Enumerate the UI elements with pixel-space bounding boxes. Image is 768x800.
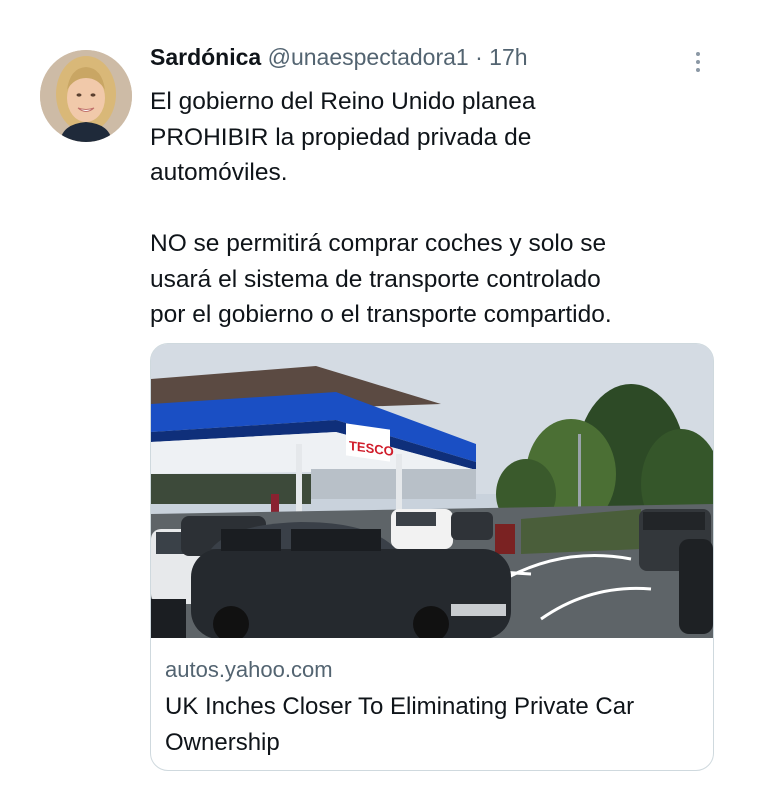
- card-image: TESCO: [151, 344, 713, 638]
- avatar[interactable]: [40, 50, 132, 142]
- tweet-text-line: PROHIBIR la propiedad privada de: [150, 123, 532, 151]
- author-handle[interactable]: @unaespectadora1: [268, 44, 469, 70]
- card-domain: autos.yahoo.com: [165, 657, 333, 682]
- more-vertical-icon[interactable]: [686, 48, 710, 74]
- avatar-image: [40, 50, 132, 142]
- timestamp[interactable]: 17h: [489, 44, 527, 70]
- tweet-text-line: automóviles.: [150, 159, 288, 186]
- separator-dot: ·: [475, 44, 483, 70]
- tweet-text-line: NO se permitirá comprar coches y solo se: [150, 230, 607, 257]
- author-name[interactable]: Sardónica: [150, 44, 261, 70]
- tweet-text-line: usará el sistema de transporte controlad…: [150, 265, 601, 293]
- link-card[interactable]: TESCO autos.yahoo.com UK Inches Closer T…: [150, 343, 714, 771]
- tweet-header: Sardónica @unaespectadora1 · 17h: [150, 44, 528, 71]
- tweet-text-line: El gobierno del Reino Unido planea: [150, 88, 536, 115]
- card-title: UK Inches Closer To Eliminating Private …: [165, 693, 635, 756]
- tweet-text-line: por el gobierno o el transporte comparti…: [150, 301, 612, 328]
- tweet-text: El gobierno del Reino Unido planea PROHI…: [150, 84, 750, 333]
